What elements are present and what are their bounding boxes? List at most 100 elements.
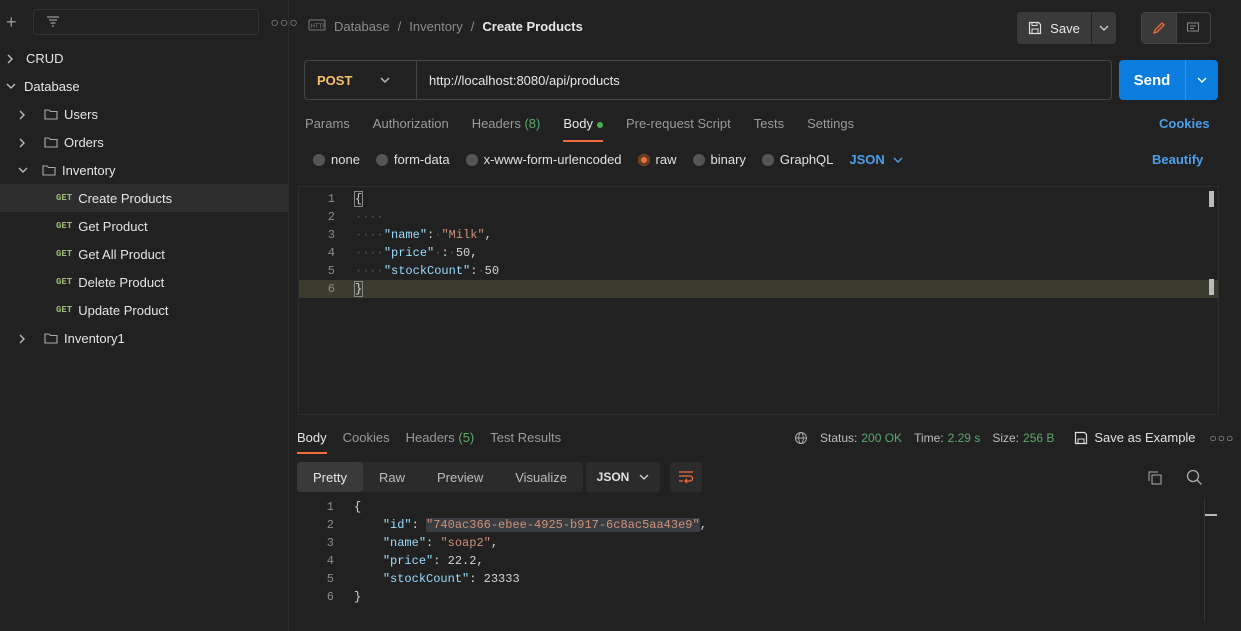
tab-authorization[interactable]: Authorization <box>373 116 449 140</box>
folder-icon <box>44 332 58 344</box>
folder-icon <box>44 108 58 120</box>
breadcrumb-database[interactable]: Database <box>334 19 390 34</box>
json-key: "stockCount" <box>383 264 471 278</box>
sidebar-request-delete-product[interactable]: GET Delete Product <box>0 268 288 296</box>
radio-none[interactable]: none <box>313 152 360 167</box>
cookies-link[interactable]: Cookies <box>1159 116 1210 131</box>
method-badge: GET <box>56 221 73 231</box>
tab-label: Body <box>563 116 593 131</box>
docs-mode-button[interactable] <box>1177 13 1211 43</box>
size-label: Size: <box>992 430 1020 445</box>
tab-settings[interactable]: Settings <box>807 116 854 140</box>
sidebar-request-get-product[interactable]: GET Get Product <box>0 212 288 240</box>
url-input[interactable] <box>417 72 1111 88</box>
radio-form-data[interactable]: form-data <box>375 152 450 167</box>
response-format-select[interactable]: JSON <box>586 462 660 492</box>
chevron-down-icon <box>6 82 16 90</box>
status-value: 200 OK <box>861 430 903 445</box>
radio-icon <box>313 153 325 166</box>
radio-label: none <box>331 152 360 167</box>
response-tabs: Body Cookies Headers (5) Test Results <box>297 430 577 454</box>
send-label: Send <box>1133 71 1171 89</box>
plus-icon[interactable]: + <box>6 13 17 31</box>
tab-params[interactable]: Params <box>305 116 350 140</box>
response-body-viewer[interactable]: 1{ 2 "id": "740ac366-ebee-4925-b917-6c8a… <box>298 498 1218 628</box>
sidebar-request-create-products[interactable]: GET Create Products <box>0 184 288 212</box>
radio-binary[interactable]: binary <box>692 152 746 167</box>
tab-tests[interactable]: Tests <box>754 116 784 140</box>
code-line: 6} <box>298 588 1218 606</box>
json-key: "name" <box>383 228 428 242</box>
save-dropdown-button[interactable] <box>1092 12 1116 44</box>
radio-graphql[interactable]: GraphQL <box>761 152 833 167</box>
tab-response-headers[interactable]: Headers (5) <box>406 430 475 452</box>
size-badge: Size: 256 B <box>992 431 1054 445</box>
sidebar-item-inventory[interactable]: Inventory <box>0 156 288 184</box>
brace: } <box>353 281 364 297</box>
copy-icon[interactable] <box>1147 470 1163 489</box>
sidebar-item-users[interactable]: Users <box>0 100 288 128</box>
code-line: 1{ <box>299 190 1218 208</box>
tab-body[interactable]: Body <box>563 116 603 142</box>
save-as-example-button[interactable]: Save as Example <box>1074 430 1196 445</box>
globe-icon[interactable] <box>794 431 808 445</box>
sidebar-item-orders[interactable]: Orders <box>0 128 288 156</box>
method-badge: GET <box>56 193 73 203</box>
code-line: 2 ···· <box>299 208 1218 226</box>
tab-headers[interactable]: Headers (8) <box>472 116 541 140</box>
status-badge: Status: 200 OK <box>820 431 902 445</box>
code-line: 1{ <box>298 498 1218 516</box>
sidebar-item-label: Update Product <box>78 302 169 318</box>
code-line: 4 ····"price"·:·50, <box>299 244 1218 262</box>
body-format-select[interactable]: JSON <box>849 152 903 167</box>
save-button[interactable]: Save <box>1017 12 1091 44</box>
tab-prerequest-script[interactable]: Pre-request Script <box>626 116 731 140</box>
beautify-link[interactable]: Beautify <box>1152 152 1203 167</box>
page-title[interactable]: Create Products <box>482 19 582 34</box>
modified-dot-icon <box>596 121 603 128</box>
sidebar-item-database[interactable]: Database <box>0 72 288 100</box>
status-label: Status: <box>820 430 858 445</box>
json-value: 50 <box>455 246 471 260</box>
breadcrumb-separator: / <box>470 19 475 34</box>
radio-urlencoded[interactable]: x-www-form-urlencoded <box>465 152 622 167</box>
filter-input[interactable] <box>32 9 259 35</box>
scrollbar-marker <box>1209 279 1214 295</box>
sidebar-item-label: Inventory1 <box>64 330 125 346</box>
view-raw[interactable]: Raw <box>363 462 421 492</box>
line-number: 3 <box>326 536 334 550</box>
code-text: "stockCount": 23333 <box>382 572 520 586</box>
chevron-right-icon <box>18 138 26 148</box>
radio-label: form-data <box>393 152 450 167</box>
view-preview[interactable]: Preview <box>421 462 499 492</box>
view-visualize[interactable]: Visualize <box>499 462 583 492</box>
tab-test-results[interactable]: Test Results <box>490 430 561 452</box>
tab-response-cookies[interactable]: Cookies <box>343 430 390 452</box>
chevron-down-icon <box>1197 77 1207 83</box>
code-text: "name": "soap2", <box>382 536 499 550</box>
method-select[interactable]: POST <box>305 61 417 99</box>
radio-label: binary <box>710 152 746 167</box>
send-button[interactable]: Send <box>1119 60 1218 100</box>
scrollbar[interactable] <box>1204 498 1218 622</box>
search-icon[interactable] <box>1186 469 1203 489</box>
json-value: "Milk" <box>441 228 485 242</box>
sidebar-toolbar: + ○○○ <box>0 0 298 44</box>
view-pretty[interactable]: Pretty <box>297 462 363 492</box>
tab-response-body[interactable]: Body <box>297 430 327 454</box>
sidebar-item-crud[interactable]: CRUD <box>0 44 288 72</box>
sidebar-request-get-all-product[interactable]: GET Get All Product <box>0 240 288 268</box>
radio-raw[interactable]: raw <box>637 152 677 167</box>
sidebar-item-inventory1[interactable]: Inventory1 <box>0 324 288 352</box>
radio-label: raw <box>655 152 677 167</box>
send-dropdown[interactable] <box>1185 60 1218 100</box>
sidebar-request-update-product[interactable]: GET Update Product <box>0 296 288 324</box>
save-example-label: Save as Example <box>1094 430 1196 445</box>
breadcrumb-inventory[interactable]: Inventory <box>409 19 462 34</box>
more-icon[interactable]: ○○○ <box>1210 431 1235 445</box>
chevron-down-icon <box>639 474 649 480</box>
wrap-lines-button[interactable] <box>670 462 702 492</box>
scrollbar[interactable] <box>1209 191 1214 207</box>
edit-mode-button[interactable] <box>1142 13 1177 43</box>
request-body-editor[interactable]: 1{ 2 ···· 3 ····"name":·"Milk", 4 ····"pric… <box>298 186 1219 415</box>
